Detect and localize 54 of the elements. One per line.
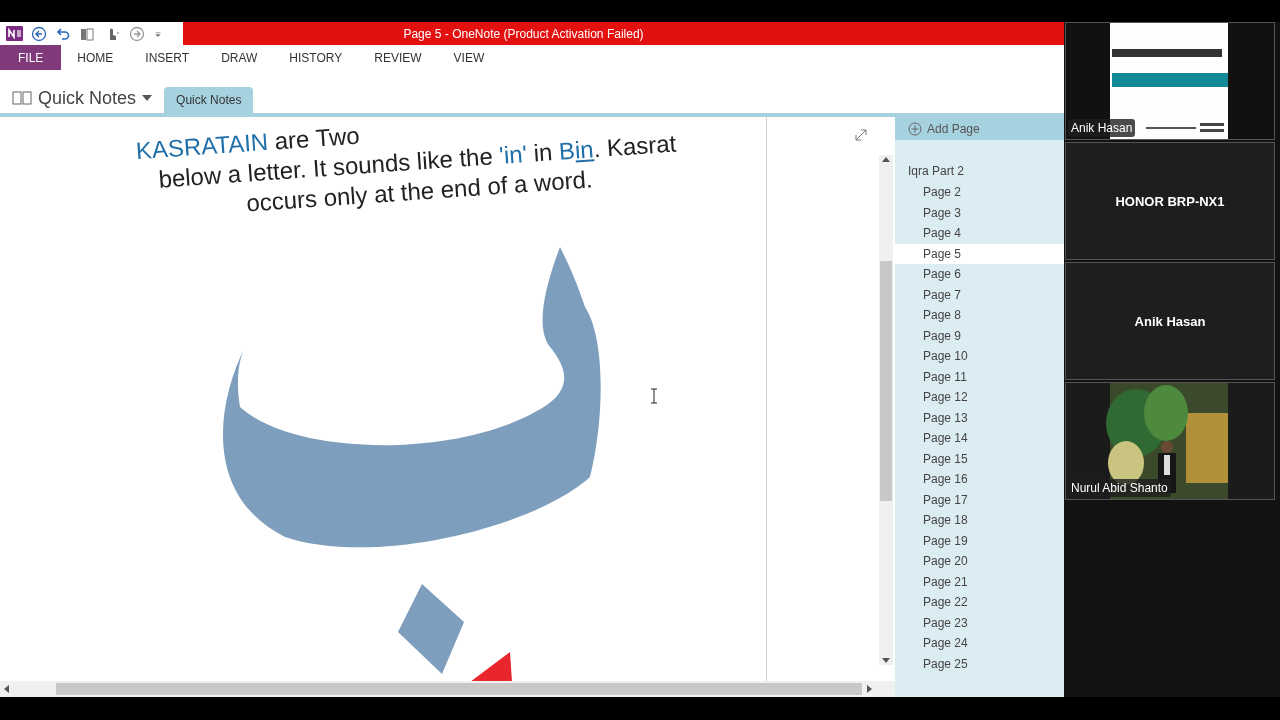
page-item[interactable]: Page 10 — [895, 346, 1064, 367]
scroll-up-icon[interactable] — [881, 155, 891, 163]
page-item[interactable]: Page 15 — [895, 448, 1064, 469]
dock-icon[interactable] — [79, 25, 95, 42]
ribbon-tab[interactable]: HOME — [61, 45, 130, 70]
page-item[interactable]: Page 12 — [895, 387, 1064, 408]
vertical-scrollbar[interactable] — [879, 155, 893, 665]
file-menu-button[interactable]: FILE — [0, 45, 62, 70]
plus-icon — [908, 121, 922, 136]
page-item[interactable]: Page 19 — [895, 530, 1064, 551]
section-heading[interactable]: Iqra Part 2 — [895, 140, 1064, 182]
page-item[interactable]: Page 20 — [895, 551, 1064, 572]
ribbon-tab[interactable]: HISTORY — [273, 45, 359, 70]
ribbon-tab[interactable]: REVIEW — [358, 45, 438, 70]
page-item[interactable]: Page 4 — [895, 223, 1064, 244]
page-item[interactable]: Page 24 — [895, 633, 1064, 654]
participant-name: HONOR BRP-NX1 — [1115, 193, 1225, 209]
notebook-icon[interactable] — [12, 90, 32, 106]
page-item[interactable]: Page 25 — [895, 653, 1064, 674]
page-item[interactable]: Page 3 — [895, 202, 1064, 223]
participant-name: Anik Hasan — [1134, 313, 1206, 329]
section-tab[interactable]: Quick Notes — [164, 87, 254, 113]
page-item[interactable]: Page 6 — [895, 264, 1064, 285]
back-icon[interactable] — [31, 25, 47, 42]
page-item[interactable]: Page 14 — [895, 428, 1064, 449]
dropdown-caret-icon[interactable] — [142, 95, 153, 101]
ribbon-tab[interactable]: INSERT — [129, 45, 206, 70]
forward-icon[interactable] — [129, 25, 145, 42]
page-item[interactable]: Page 8 — [895, 305, 1064, 326]
participant-name: Nurul Abid Shanto — [1068, 479, 1171, 497]
ribbon-tab[interactable]: DRAW — [205, 45, 274, 70]
page-item[interactable]: Page 13 — [895, 407, 1064, 428]
scroll-down-icon[interactable] — [881, 657, 891, 665]
window-title: Page 5 - OneNote (Product Activation Failed) — [183, 22, 1064, 45]
horizontal-scrollbar[interactable] — [0, 681, 895, 697]
expand-icon[interactable] — [855, 129, 867, 141]
page-item[interactable]: Page 23 — [895, 612, 1064, 633]
page-item[interactable]: Page 22 — [895, 592, 1064, 613]
page-item[interactable]: Page 9 — [895, 325, 1064, 346]
text-cursor-icon — [650, 388, 658, 404]
page-item[interactable]: Page 18 — [895, 510, 1064, 531]
onenote-logo-icon[interactable] — [6, 26, 23, 41]
ribbon-tab[interactable]: VIEW — [437, 45, 501, 70]
add-page-button[interactable]: Add Page — [895, 117, 1064, 140]
notebook-name[interactable]: Quick Notes — [38, 87, 137, 109]
page-item[interactable]: Page 7 — [895, 284, 1064, 305]
page-item[interactable]: Page 16 — [895, 469, 1064, 490]
page-item[interactable]: Page 21 — [895, 571, 1064, 592]
undo-icon[interactable] — [55, 25, 71, 42]
page-item[interactable]: Page 11 — [895, 366, 1064, 387]
page-item[interactable]: Page 5 — [895, 243, 1064, 264]
page-item[interactable]: Page 2 — [895, 182, 1064, 203]
participant-name: Anik Hasan — [1068, 119, 1136, 137]
page-item[interactable]: Page 17 — [895, 489, 1064, 510]
